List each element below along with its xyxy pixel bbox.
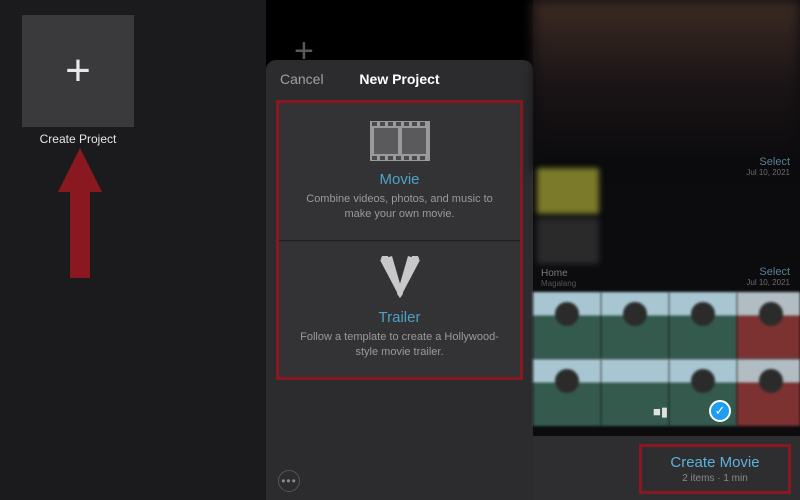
video-icon: ■▮: [653, 404, 668, 420]
media-grid-col: [737, 292, 800, 426]
cancel-button[interactable]: Cancel: [280, 71, 324, 87]
select-date: Jul 10, 2021: [746, 168, 790, 177]
create-movie-button[interactable]: Create Movie 2 items · 1 min: [639, 444, 791, 494]
selection-checkmark-icon: ✓: [709, 400, 731, 422]
trailer-option-title: Trailer: [295, 309, 504, 326]
panel-projects: + Create Project: [0, 0, 266, 500]
panel-new-project-sheet: + Cancel New Project: [266, 0, 533, 500]
annotation-highlight-box: Movie Combine videos, photos, and music …: [276, 100, 523, 380]
annotation-arrow: [58, 148, 102, 278]
sheet-header: Cancel New Project: [266, 60, 533, 98]
media-thumb[interactable]: [737, 359, 800, 426]
select-button[interactable]: Select Jul 10, 2021: [746, 266, 790, 287]
movie-option-title: Movie: [295, 171, 504, 188]
select-label: Select: [759, 156, 790, 168]
select-label: Select: [759, 266, 790, 278]
filmstrip-icon: [295, 117, 504, 165]
trailer-option-desc: Follow a template to create a Hollywood-…: [295, 330, 504, 360]
media-thumb[interactable]: [537, 218, 599, 264]
media-thumb[interactable]: [669, 292, 737, 359]
trailer-option[interactable]: Trailer Follow a template to create a Ho…: [279, 240, 520, 378]
media-thumb[interactable]: [601, 292, 669, 359]
media-thumb[interactable]: [737, 292, 800, 359]
more-icon[interactable]: •••: [278, 470, 300, 492]
create-movie-subtitle: 2 items · 1 min: [682, 473, 748, 484]
media-grid: [533, 292, 737, 426]
background-photos-blur: [533, 0, 800, 170]
plus-icon: +: [65, 49, 91, 93]
movie-option[interactable]: Movie Combine videos, photos, and music …: [279, 103, 520, 240]
media-thumb[interactable]: [533, 359, 601, 426]
panel-media-picker: Select Jul 10, 2021 Home Magalang Select…: [533, 0, 800, 500]
new-project-sheet: Cancel New Project Movie C: [266, 60, 533, 500]
album-name: Home Magalang: [541, 268, 576, 288]
movie-option-desc: Combine videos, photos, and music to mak…: [295, 192, 504, 222]
bottom-toolbar: Create Movie 2 items · 1 min: [533, 436, 800, 500]
create-project-label: Create Project: [22, 132, 134, 146]
media-thumb[interactable]: [537, 168, 599, 214]
create-project-tile[interactable]: +: [22, 15, 134, 127]
select-date: Jul 10, 2021: [746, 278, 790, 287]
spotlights-icon: [295, 255, 504, 303]
select-button[interactable]: Select Jul 10, 2021: [746, 156, 790, 177]
create-movie-label: Create Movie: [670, 454, 759, 471]
media-thumb[interactable]: [533, 292, 601, 359]
